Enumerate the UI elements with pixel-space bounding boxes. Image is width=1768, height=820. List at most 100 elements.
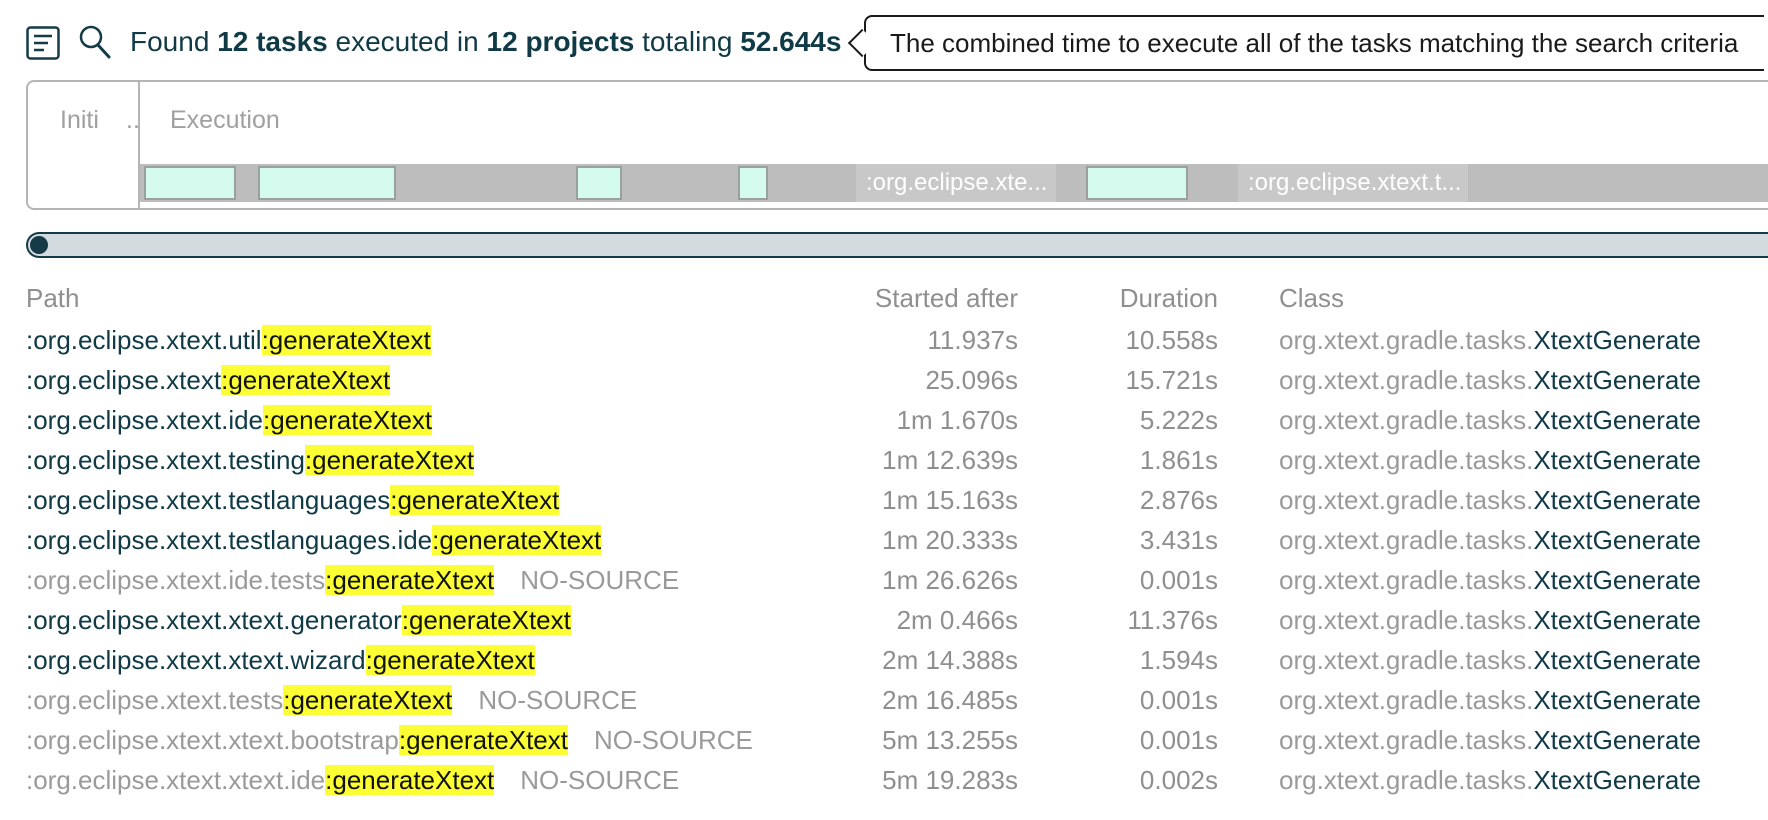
task-project[interactable]: :org.eclipse.xtext: [26, 365, 221, 395]
started-after: 1m 26.626s: [882, 565, 1018, 595]
task-project[interactable]: :org.eclipse.xtext.xtext.bootstrap: [26, 725, 399, 755]
duration: 10.558s: [1125, 325, 1218, 355]
class-package: org.xtext.gradle.tasks.: [1279, 565, 1534, 595]
list-panel-icon[interactable]: [26, 26, 60, 65]
table-row[interactable]: :org.eclipse.xtext.xtext.wizard:generate…: [0, 640, 1768, 680]
class-name: XtextGenerate: [1533, 365, 1701, 395]
class-name: XtextGenerate: [1533, 445, 1701, 475]
task-name[interactable]: :generateXtext: [390, 485, 560, 515]
timeline-segment[interactable]: [576, 166, 622, 200]
task-name[interactable]: :generateXtext: [263, 405, 433, 435]
task-project[interactable]: :org.eclipse.xtext.xtext.ide: [26, 765, 325, 795]
column-header-class[interactable]: Class: [1279, 283, 1344, 314]
class-name: XtextGenerate: [1533, 645, 1701, 675]
started-after: 1m 12.639s: [882, 445, 1018, 475]
duration: 1.861s: [1139, 445, 1218, 475]
total-time: 52.644s: [740, 26, 842, 57]
task-outcome: NO-SOURCE: [520, 765, 680, 795]
started-after: 11.937s: [927, 325, 1018, 355]
scrubber-handle[interactable]: [30, 236, 48, 254]
class-package: org.xtext.gradle.tasks.: [1279, 725, 1534, 755]
class-package: org.xtext.gradle.tasks.: [1279, 685, 1534, 715]
task-name[interactable]: :generateXtext: [325, 765, 495, 795]
class-name: XtextGenerate: [1533, 765, 1701, 795]
class-package: org.xtext.gradle.tasks.: [1279, 605, 1534, 635]
class-package: org.xtext.gradle.tasks.: [1279, 765, 1534, 795]
timeline-scrubber[interactable]: [26, 232, 1768, 258]
class-name: XtextGenerate: [1533, 725, 1701, 755]
timeline-segment[interactable]: [258, 166, 396, 200]
task-project[interactable]: :org.eclipse.xtext.ide.tests: [26, 565, 325, 595]
table-row[interactable]: :org.eclipse.xtext:generateXtext 25.096s…: [0, 360, 1768, 400]
task-name[interactable]: :generateXtext: [325, 565, 495, 595]
column-header-duration[interactable]: Duration: [1120, 283, 1218, 314]
summary-executed-in: executed in: [335, 26, 479, 57]
task-project[interactable]: :org.eclipse.xtext.tests: [26, 685, 283, 715]
project-count: 12 projects: [486, 26, 635, 57]
search-summary: Found 12 tasks executed in 12 projects t…: [130, 22, 841, 62]
class-package: org.xtext.gradle.tasks.: [1279, 645, 1534, 675]
class-name: XtextGenerate: [1533, 525, 1701, 555]
duration: 15.721s: [1125, 365, 1218, 395]
task-project[interactable]: :org.eclipse.xtext.ide: [26, 405, 263, 435]
task-outcome: NO-SOURCE: [593, 725, 753, 755]
summary-found: Found: [130, 26, 210, 57]
search-icon[interactable]: [78, 24, 112, 65]
duration: 0.002s: [1139, 765, 1218, 795]
table-row[interactable]: :org.eclipse.xtext.tests:generateXtext NO…: [0, 680, 1768, 720]
table-row[interactable]: :org.eclipse.xtext.ide:generateXtext 1m …: [0, 400, 1768, 440]
timeline-segment-label[interactable]: :org.eclipse.xtext.t...: [1238, 164, 1468, 202]
duration: 2.876s: [1139, 485, 1218, 515]
column-header-path[interactable]: Path: [26, 283, 80, 314]
table-row[interactable]: :org.eclipse.xtext.util:generateXtext 11…: [0, 320, 1768, 360]
task-name[interactable]: :generateXtext: [261, 325, 431, 355]
task-name[interactable]: :generateXtext: [398, 725, 568, 755]
total-time-tooltip: The combined time to execute all of the …: [864, 15, 1764, 71]
class-name: XtextGenerate: [1533, 405, 1701, 435]
task-project[interactable]: :org.eclipse.xtext.xtext.generator: [26, 605, 402, 635]
class-package: org.xtext.gradle.tasks.: [1279, 445, 1534, 475]
timeline-segment-label[interactable]: :org.eclipse.xte...: [856, 164, 1056, 202]
table-row[interactable]: :org.eclipse.xtext.xtext.generator:gener…: [0, 600, 1768, 640]
table-row[interactable]: :org.eclipse.xtext.testlanguages.ide:gen…: [0, 520, 1768, 560]
table-row[interactable]: :org.eclipse.xtext.testlanguages:generat…: [0, 480, 1768, 520]
timeline-segment[interactable]: [738, 166, 768, 200]
table-row[interactable]: :org.eclipse.xtext.ide.tests:generateXte…: [0, 560, 1768, 600]
duration: 5.222s: [1139, 405, 1218, 435]
timeline-panel: Initi .. Execution :org.eclipse.xte... :…: [26, 80, 1768, 210]
task-name[interactable]: :generateXtext: [365, 645, 535, 675]
task-name[interactable]: :generateXtext: [432, 525, 602, 555]
task-outcome: NO-SOURCE: [520, 565, 680, 595]
timeline-segment[interactable]: [144, 166, 236, 200]
started-after: 5m 13.255s: [882, 725, 1018, 755]
task-project[interactable]: :org.eclipse.xtext.testlanguages: [26, 485, 390, 515]
task-name[interactable]: :generateXtext: [221, 365, 391, 395]
table-row[interactable]: :org.eclipse.xtext.xtext.bootstrap:gener…: [0, 720, 1768, 760]
task-count: 12 tasks: [217, 26, 328, 57]
table-row[interactable]: :org.eclipse.xtext.xtext.ide:generateXte…: [0, 760, 1768, 800]
task-name[interactable]: :generateXtext: [401, 605, 571, 635]
class-package: org.xtext.gradle.tasks.: [1279, 525, 1534, 555]
duration: 11.376s: [1127, 605, 1218, 635]
started-after: 1m 20.333s: [882, 525, 1018, 555]
timeline-segment[interactable]: [1086, 166, 1188, 200]
task-outcome: NO-SOURCE: [478, 685, 638, 715]
started-after: 2m 16.485s: [882, 685, 1018, 715]
duration: 0.001s: [1139, 725, 1218, 755]
class-name: XtextGenerate: [1533, 605, 1701, 635]
task-project[interactable]: :org.eclipse.xtext.util: [26, 325, 262, 355]
started-after: 2m 0.466s: [896, 605, 1018, 635]
class-name: XtextGenerate: [1533, 325, 1701, 355]
task-name[interactable]: :generateXtext: [304, 445, 475, 475]
class-package: org.xtext.gradle.tasks.: [1279, 325, 1534, 355]
table-row[interactable]: :org.eclipse.xtext.testing:generateXtext…: [0, 440, 1768, 480]
column-header-started-after[interactable]: Started after: [875, 283, 1018, 314]
execution-label: Execution: [170, 106, 280, 134]
duration: 1.594s: [1139, 645, 1218, 675]
summary-totaling: totaling: [642, 26, 733, 57]
task-project[interactable]: :org.eclipse.xtext.testing: [26, 445, 305, 475]
task-project[interactable]: :org.eclipse.xtext.testlanguages.ide: [26, 525, 432, 555]
task-project[interactable]: :org.eclipse.xtext.xtext.wizard: [26, 645, 366, 675]
class-package: org.xtext.gradle.tasks.: [1279, 405, 1534, 435]
task-name[interactable]: :generateXtext: [283, 685, 453, 715]
